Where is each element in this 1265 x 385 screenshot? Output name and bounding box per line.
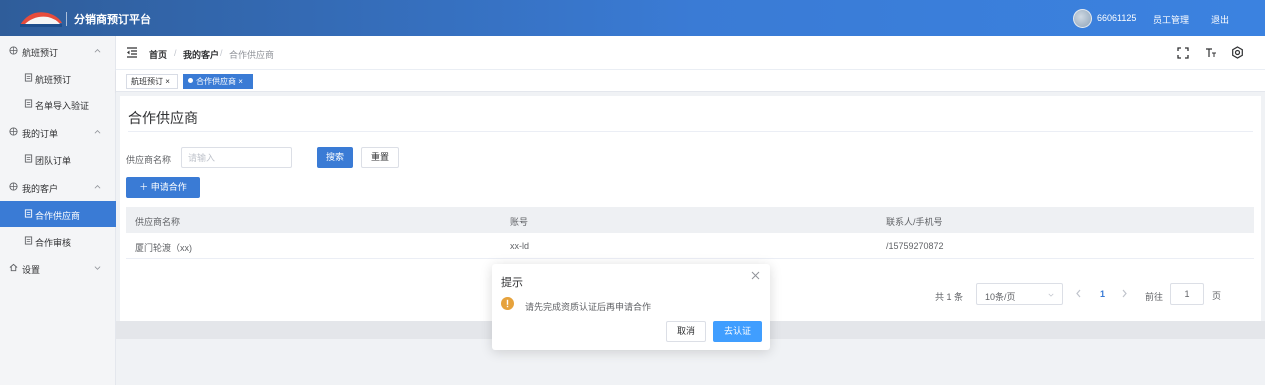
column-header: 供应商名称: [135, 217, 181, 227]
tag-label: 航班预订 ×: [131, 77, 170, 86]
goto-page-input[interactable]: [1170, 283, 1204, 305]
breadcrumb-separator: /: [174, 48, 177, 58]
close-icon[interactable]: [751, 271, 760, 280]
tag-flight-booking[interactable]: 航班预订 ×: [126, 74, 178, 89]
divider: [128, 131, 1253, 132]
breadcrumb-current: 合作供应商: [229, 50, 275, 60]
logout-link[interactable]: 退出: [1211, 13, 1229, 26]
go-certify-button[interactable]: 去认证: [713, 321, 762, 342]
sidebar-item-name-import[interactable]: 名单导入验证: [0, 91, 116, 117]
top-bar: 分销商预订平台 66061125 员工管理 退出: [0, 0, 1265, 36]
sidebar-item-label: 合作供应商: [35, 211, 81, 221]
user-id[interactable]: 66061125: [1097, 13, 1136, 23]
tag-partner-suppliers[interactable]: 合作供应商 ×: [183, 74, 253, 89]
sidebar-item-label: 我的客户: [22, 184, 59, 194]
sidebar-item-label: 我的订单: [22, 129, 59, 139]
font-size-icon[interactable]: [1205, 47, 1217, 59]
search-button[interactable]: 搜索: [317, 147, 353, 168]
table-cell: 厦门轮渡（xx): [135, 243, 192, 253]
breadcrumb-separator: /: [220, 48, 223, 58]
search-label: 供应商名称: [126, 155, 172, 165]
sidebar-item-team-orders[interactable]: 团队订单: [0, 146, 116, 172]
chevron-down-icon: [1048, 293, 1054, 297]
breadcrumb-home[interactable]: 首页: [149, 48, 167, 61]
app-title: 分销商预订平台: [74, 14, 151, 26]
supplier-name-input[interactable]: [181, 147, 292, 168]
cancel-button[interactable]: 取消: [666, 321, 706, 342]
doc-icon: [24, 209, 33, 218]
menu-fold-icon[interactable]: [126, 47, 138, 58]
active-dot: [188, 78, 193, 84]
sidebar-group-orders[interactable]: 我的订单: [0, 119, 116, 145]
sidebar-item-flight-booking[interactable]: 航班预订: [0, 65, 116, 91]
message-box: 提示 请先完成资质认证后再申请合作 取消 去认证: [492, 264, 770, 350]
reset-button[interactable]: 重置: [361, 147, 399, 168]
avatar[interactable]: [1073, 9, 1092, 28]
table-cell: /15759270872: [886, 241, 944, 251]
chevron-down-icon: [94, 266, 101, 270]
table-header: 供应商名称 账号 联系人/手机号: [126, 207, 1254, 233]
table-cell: xx-ld: [510, 241, 530, 251]
doc-icon: [24, 236, 33, 245]
home-icon: [9, 263, 18, 272]
logo: [20, 12, 62, 27]
breadcrumb-customers[interactable]: 我的客户: [183, 48, 219, 61]
chevron-up-icon: [94, 130, 101, 134]
sidebar-item-label: 名单导入验证: [35, 101, 90, 111]
page-size-value: 10条/页: [985, 292, 1016, 302]
page-title: 合作供应商: [128, 110, 198, 126]
sidebar-group-customers[interactable]: 我的客户: [0, 174, 116, 200]
sidebar-item-partner-review[interactable]: 合作审核: [0, 228, 116, 254]
doc-icon: [24, 154, 33, 163]
dialog-title: 提示: [501, 277, 523, 289]
sidebar: 航班预订 航班预订 名单导入验证 我的订单 团队订单 我的客户 合作供应商 合作…: [0, 36, 116, 385]
goto-label: 前往: [1145, 292, 1164, 302]
sidebar-item-partner-suppliers[interactable]: 合作供应商: [0, 201, 116, 227]
employee-management-link[interactable]: 员工管理: [1153, 13, 1189, 26]
fullscreen-icon[interactable]: [1177, 47, 1189, 59]
grid-icon: [9, 182, 18, 191]
page-size-select[interactable]: 10条/页: [976, 283, 1063, 305]
chevron-up-icon: [94, 49, 101, 53]
page-number-current[interactable]: 1: [1100, 289, 1105, 299]
grid-icon: [9, 127, 18, 136]
gear-icon[interactable]: [1231, 46, 1244, 59]
warning-icon: [501, 297, 514, 310]
tag-label: 合作供应商 ×: [196, 77, 243, 86]
sidebar-group-flight[interactable]: 航班预订: [0, 38, 116, 64]
sidebar-item-label: 航班预订: [22, 48, 59, 58]
chevron-up-icon: [94, 185, 101, 189]
column-header: 联系人/手机号: [886, 217, 943, 227]
apply-cooperation-button[interactable]: ＋ 申请合作: [126, 177, 200, 198]
grid-icon: [9, 46, 18, 55]
doc-icon: [24, 99, 33, 108]
header-divider: [66, 12, 67, 26]
dialog-message: 请先完成资质认证后再申请合作: [525, 302, 652, 312]
chevron-right-icon[interactable]: [1121, 289, 1128, 298]
tags-view: 航班预订 × 合作供应商 ×: [116, 70, 1265, 92]
pagination-total: 共 1 条: [935, 292, 964, 302]
table-row[interactable]: 厦门轮渡（xx) xx-ld /15759270872: [126, 233, 1254, 259]
sidebar-item-label: 航班预订: [35, 75, 72, 85]
column-header: 账号: [510, 217, 529, 227]
sidebar-item-label: 团队订单: [35, 156, 72, 166]
sidebar-item-label: 合作审核: [35, 238, 72, 248]
sidebar-group-settings[interactable]: 设置: [0, 255, 116, 281]
breadcrumb: 首页 / 我的客户 / 合作供应商: [116, 36, 1265, 70]
page-unit-label: 页: [1212, 291, 1222, 301]
chevron-left-icon[interactable]: [1075, 289, 1082, 298]
doc-icon: [24, 73, 33, 82]
sidebar-item-label: 设置: [22, 265, 41, 275]
